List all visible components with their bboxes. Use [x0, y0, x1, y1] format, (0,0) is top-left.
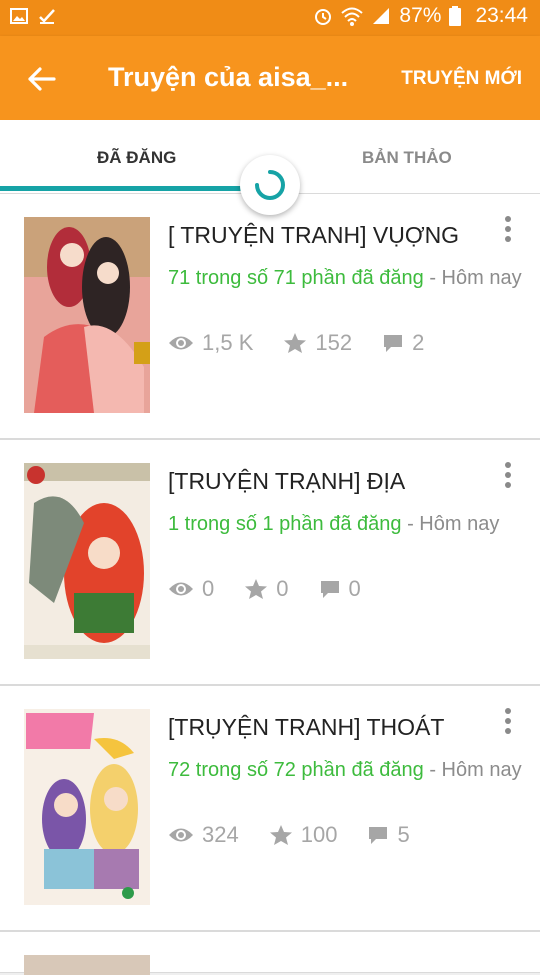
story-title: [TRỤYỆN TRANH] THOÁT — [168, 714, 445, 740]
parts-published-text: 1 trong số 1 phần đã đăng — [168, 513, 402, 535]
updated-text: - Hôm nay — [407, 513, 500, 535]
comment-count: 5 — [397, 822, 410, 847]
comment-count: 2 — [412, 330, 425, 355]
story-title: [TRUYỆN TRẠNH] ĐỊA — [168, 468, 406, 494]
alarm-icon — [315, 9, 332, 25]
parts-published-text: 71 trong số 71 phần đã đăng — [168, 267, 424, 289]
story-card[interactable]: [TRỤYỆN TRANH] THOÁT 72 trong số 72 phần… — [0, 685, 540, 931]
comment-count: 0 — [348, 576, 361, 601]
view-count: 0 — [202, 576, 215, 601]
view-count: 324 — [202, 822, 239, 847]
star-icon — [269, 825, 292, 845]
back-arrow-icon[interactable] — [24, 62, 58, 96]
parts-status: 71 trong số 71 phần đã đăng - Hôm nay — [168, 266, 523, 291]
story-cover-image — [24, 955, 150, 975]
story-cover-image — [24, 463, 150, 659]
more-options-icon[interactable] — [502, 462, 514, 492]
eye-icon — [169, 828, 193, 842]
clock: 23:44 — [475, 4, 528, 27]
star-icon — [284, 333, 307, 353]
more-options-icon[interactable] — [502, 708, 514, 738]
story-card[interactable]: [ TRUYỆN TRANH] VỤỢNG 71 trong số 71 phầ… — [0, 193, 540, 439]
comment-icon — [320, 581, 339, 598]
wifi-icon — [341, 7, 364, 26]
battery-icon — [449, 6, 462, 26]
view-count: 1,5 K — [202, 330, 254, 355]
vote-count: 0 — [276, 576, 289, 601]
updated-text: - Hôm nay — [429, 267, 522, 289]
vote-count: 100 — [300, 822, 338, 847]
story-card[interactable]: [TRUYỆN TRẠNH] ĐỊA 1 trong số 1 phần đã … — [0, 439, 540, 685]
tab-indicator — [0, 186, 270, 191]
story-card-partial[interactable] — [0, 931, 540, 975]
page-title: Truyện của aisa_... — [108, 62, 349, 92]
new-story-button[interactable]: TRUYỆN MỚI — [401, 68, 522, 90]
tab-published[interactable]: ĐÃ ĐĂNG — [97, 148, 176, 168]
story-stats: 324 100 5 — [168, 822, 440, 848]
parts-status: 72 trong số 72 phần đã đăng - Hôm nay — [168, 758, 523, 783]
story-stats: 0 0 0 — [168, 576, 391, 602]
app-bar: Truyện của aisa_... TRUYỆN MỚI — [0, 36, 540, 120]
parts-published-text: 72 trong số 72 phần đã đăng — [168, 759, 424, 781]
loading-spinner — [240, 155, 300, 215]
signal-icon — [373, 8, 390, 24]
eye-icon — [169, 582, 193, 596]
story-title: [ TRUYỆN TRANH] VỤỢNG — [168, 222, 460, 248]
more-options-icon[interactable] — [502, 216, 514, 246]
story-cover-image — [24, 217, 150, 413]
comment-icon — [369, 827, 388, 844]
vote-count: 152 — [315, 330, 353, 355]
story-stats: 1,5 K 152 2 — [168, 330, 454, 356]
parts-status: 1 trong số 1 phần đã đăng - Hôm nay — [168, 512, 523, 537]
eye-icon — [169, 336, 193, 350]
gallery-icon — [10, 8, 28, 24]
updated-text: - Hôm nay — [429, 759, 522, 781]
tab-drafts[interactable]: BẢN THẢO — [362, 148, 452, 168]
check-notification-icon — [39, 9, 55, 24]
battery-percent: 87% — [399, 4, 442, 27]
status-bar: 87% 23:44 — [0, 0, 540, 36]
star-icon — [245, 579, 268, 599]
comment-icon — [384, 335, 403, 352]
story-cover-image — [24, 709, 150, 905]
